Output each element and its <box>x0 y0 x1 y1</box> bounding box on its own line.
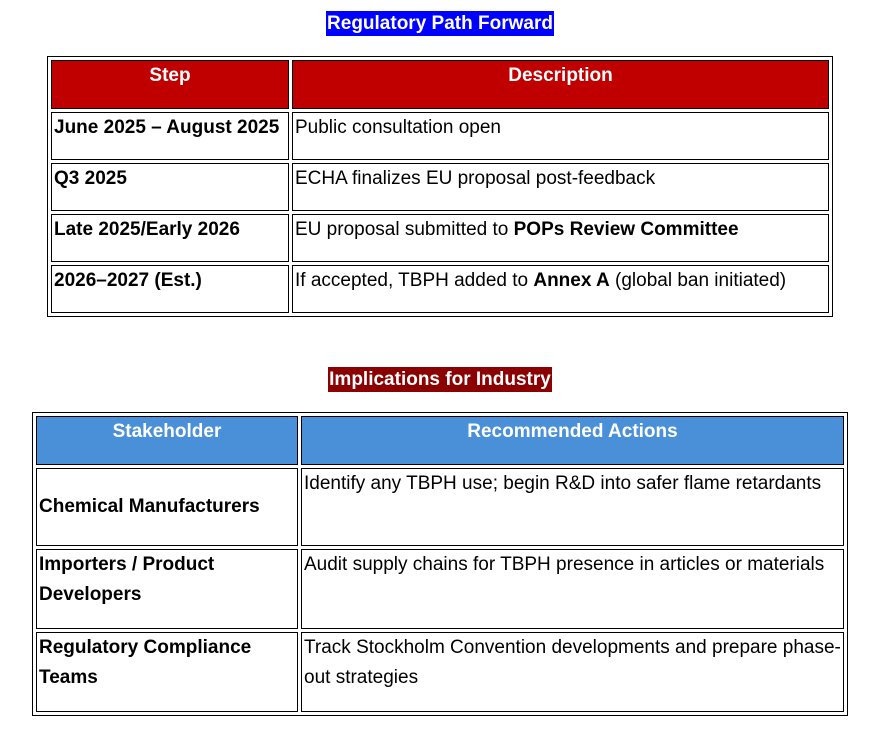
table-row: Late 2025/Early 2026 EU proposal submitt… <box>51 214 829 262</box>
action-cell: Identify any TBPH use; begin R&D into sa… <box>301 468 844 546</box>
description-emphasis: POPs Review Committee <box>513 219 739 240</box>
description-text-tail: (global ban initiated) <box>609 270 787 291</box>
step-cell: Q3 2025 <box>51 163 289 211</box>
implications-table: Stakeholder Recommended Actions Chemical… <box>32 412 848 716</box>
table-row: 2026–2027 (Est.) If accepted, TBPH added… <box>51 265 829 313</box>
description-text: Public consultation open <box>295 117 501 138</box>
table-row: June 2025 – August 2025 Public consultat… <box>51 112 829 160</box>
table-row: Importers / Product Developers Audit sup… <box>36 549 844 629</box>
stakeholder-cell: Importers / Product Developers <box>36 549 298 629</box>
description-cell: EU proposal submitted to POPs Review Com… <box>292 214 829 262</box>
regulatory-path-table: Step Description June 2025 – August 2025… <box>47 56 833 317</box>
column-header-stakeholder: Stakeholder <box>36 416 298 465</box>
description-text: EU proposal submitted to <box>295 219 514 240</box>
description-cell: ECHA finalizes EU proposal post-feedback <box>292 163 829 211</box>
table-header-row: Stakeholder Recommended Actions <box>36 416 844 465</box>
description-text: If accepted, TBPH added to <box>295 270 534 291</box>
stakeholder-cell: Regulatory Compliance Teams <box>36 632 298 712</box>
section-title-wrap: Implications for Industry <box>0 367 880 392</box>
description-emphasis: Annex A <box>533 270 610 291</box>
table-row: Chemical Manufacturers Identify any TBPH… <box>36 468 844 546</box>
action-cell: Audit supply chains for TBPH presence in… <box>301 549 844 629</box>
description-text: ECHA finalizes EU proposal post-feedback <box>295 168 656 189</box>
step-cell: June 2025 – August 2025 <box>51 112 289 160</box>
column-header-description: Description <box>292 60 829 109</box>
column-header-recommended-actions: Recommended Actions <box>301 416 844 465</box>
stakeholder-cell: Chemical Manufacturers <box>36 468 298 546</box>
column-header-step: Step <box>51 60 289 109</box>
action-cell: Track Stockholm Convention developments … <box>301 632 844 712</box>
description-cell: Public consultation open <box>292 112 829 160</box>
step-cell: Late 2025/Early 2026 <box>51 214 289 262</box>
section-title-wrap: Regulatory Path Forward <box>0 11 880 36</box>
table-header-row: Step Description <box>51 60 829 109</box>
table-row: Q3 2025 ECHA finalizes EU proposal post-… <box>51 163 829 211</box>
step-cell: 2026–2027 (Est.) <box>51 265 289 313</box>
description-cell: If accepted, TBPH added to Annex A (glob… <box>292 265 829 313</box>
section-title-implications: Implications for Industry <box>328 367 552 392</box>
section-title-regulatory-path: Regulatory Path Forward <box>326 11 554 36</box>
table-row: Regulatory Compliance Teams Track Stockh… <box>36 632 844 712</box>
